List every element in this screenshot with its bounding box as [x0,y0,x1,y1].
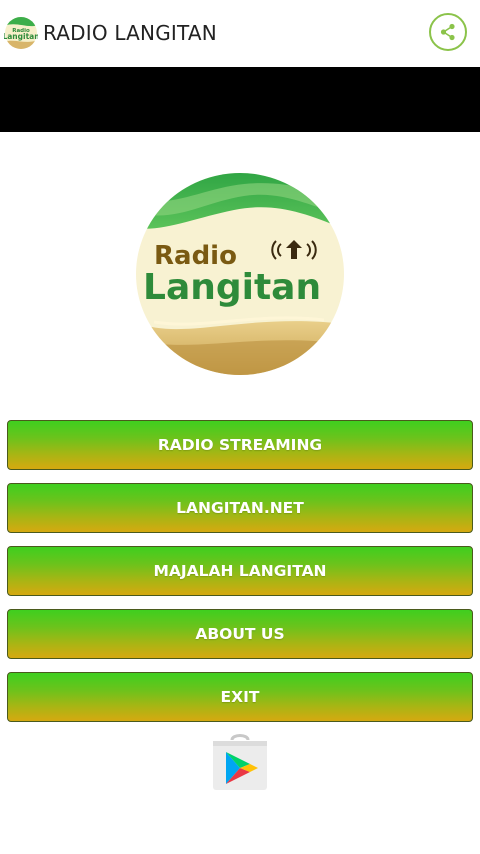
about-us-button[interactable]: ABOUT US [7,609,473,659]
main-menu: RADIO STREAMING LANGITAN.NET MAJALAH LAN… [7,420,473,735]
radio-streaming-button[interactable]: RADIO STREAMING [7,420,473,470]
svg-text:Langitan: Langitan [4,32,38,41]
app-bar: Radio Langitan RADIO LANGITAN [0,0,480,67]
banner-placeholder [0,67,480,132]
google-play-store-icon[interactable] [210,732,270,792]
share-icon [440,23,455,41]
radio-langitan-app-icon: Radio Langitan [4,17,38,49]
langitan-net-button[interactable]: LANGITAN.NET [7,483,473,533]
logo-text-langitan: Langitan [143,267,321,308]
app-title: RADIO LANGITAN [43,21,217,45]
majalah-langitan-button[interactable]: MAJALAH LANGITAN [7,546,473,596]
exit-button[interactable]: EXIT [7,672,473,722]
radio-langitan-logo: Radio Langitan [136,173,344,375]
share-button[interactable] [429,13,467,51]
